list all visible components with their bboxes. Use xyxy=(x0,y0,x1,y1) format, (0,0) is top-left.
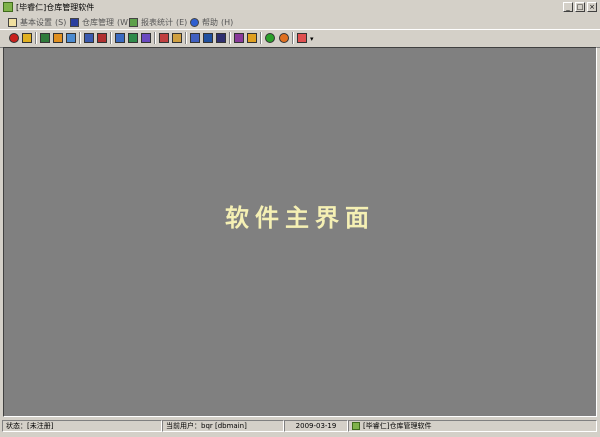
toolbar-separator xyxy=(35,32,37,44)
toolbar-separator xyxy=(110,32,112,44)
warehouse-icon xyxy=(70,17,79,27)
folder-icon[interactable] xyxy=(53,33,63,43)
toolbar-separator xyxy=(154,32,156,44)
database-icon[interactable] xyxy=(234,33,244,43)
tools-icon[interactable] xyxy=(247,33,257,43)
document-icon[interactable] xyxy=(66,33,76,43)
status-date-panel: 2009-03-19 xyxy=(284,420,348,432)
calendar-icon[interactable] xyxy=(159,33,169,43)
settings-icon xyxy=(8,17,17,27)
menu-label: 帮助 xyxy=(202,17,218,27)
menu-warehouse[interactable]: 仓库管理 (W) xyxy=(70,16,131,28)
mail-icon[interactable] xyxy=(190,33,200,43)
menu-shortcut: (H) xyxy=(221,17,234,27)
app-window: [毕睿仁]仓库管理软件 _ □ × 基本设置 (S) 仓库管理 (W) 报表统计… xyxy=(0,0,600,437)
close-icon[interactable]: × xyxy=(587,2,597,12)
lock-icon[interactable] xyxy=(22,33,32,43)
status-bar: 状态：[未注册] 当前用户：bqr [dbmain] 2009-03-19 [毕… xyxy=(0,418,600,437)
window-title: [毕睿仁]仓库管理软件 xyxy=(16,3,95,12)
menu-shortcut: (S) xyxy=(55,17,67,27)
help-icon xyxy=(190,17,199,27)
ok-icon[interactable] xyxy=(265,33,275,43)
status-app-panel: [毕睿仁]仓库管理软件 xyxy=(348,420,597,432)
box-icon[interactable] xyxy=(128,33,138,43)
menu-reports[interactable]: 报表统计 (E) xyxy=(129,16,187,28)
truck-icon[interactable] xyxy=(115,33,125,43)
status-state-value: [未注册] xyxy=(27,422,54,430)
main-workspace: 软件主界面 xyxy=(3,47,597,417)
status-app-name: [毕睿仁]仓库管理软件 xyxy=(363,422,432,430)
main-title: 软件主界面 xyxy=(225,203,375,232)
menu-shortcut: (E) xyxy=(176,17,188,27)
toolbar-separator xyxy=(79,32,81,44)
toolbar-separator xyxy=(185,32,187,44)
home-icon[interactable] xyxy=(9,33,19,43)
chart-icon[interactable] xyxy=(97,33,107,43)
status-user-label: 当前用户： xyxy=(166,422,201,430)
minimize-icon[interactable]: _ xyxy=(563,2,573,12)
app-icon xyxy=(3,2,13,12)
menu-label: 仓库管理 xyxy=(82,17,114,27)
status-date: 2009-03-19 xyxy=(295,422,337,430)
toolbar: ▾ xyxy=(0,29,600,48)
app-small-icon xyxy=(352,422,360,430)
exit-icon[interactable] xyxy=(297,33,307,43)
stop-icon[interactable] xyxy=(279,33,289,43)
toolbar-separator xyxy=(229,32,231,44)
maximize-icon[interactable]: □ xyxy=(575,2,585,12)
toolbar-separator xyxy=(260,32,262,44)
menu-label: 基本设置 xyxy=(20,17,52,27)
status-state-label: 状态： xyxy=(6,422,27,430)
menu-label: 报表统计 xyxy=(141,17,173,27)
window-icon[interactable] xyxy=(216,33,226,43)
status-user-value: bqr [dbmain] xyxy=(201,422,247,430)
window-controls: _ □ × xyxy=(563,2,597,12)
toolbar-separator xyxy=(292,32,294,44)
status-user-panel: 当前用户：bqr [dbmain] xyxy=(162,420,284,432)
list-icon[interactable] xyxy=(84,33,94,43)
menu-basic-settings[interactable]: 基本设置 (S) xyxy=(8,16,66,28)
status-state-panel: 状态：[未注册] xyxy=(2,420,162,432)
title-bar: [毕睿仁]仓库管理软件 _ □ × xyxy=(0,0,600,16)
edit-icon[interactable] xyxy=(40,33,50,43)
toolbar-more-icon[interactable]: ▾ xyxy=(310,35,314,43)
print-icon[interactable] xyxy=(141,33,151,43)
report-icon xyxy=(129,17,138,27)
notes-icon[interactable] xyxy=(172,33,182,43)
menu-bar: 基本设置 (S) 仓库管理 (W) 报表统计 (E) 帮助 (H) xyxy=(0,15,600,29)
menu-help[interactable]: 帮助 (H) xyxy=(190,16,233,28)
monitor-icon[interactable] xyxy=(203,33,213,43)
